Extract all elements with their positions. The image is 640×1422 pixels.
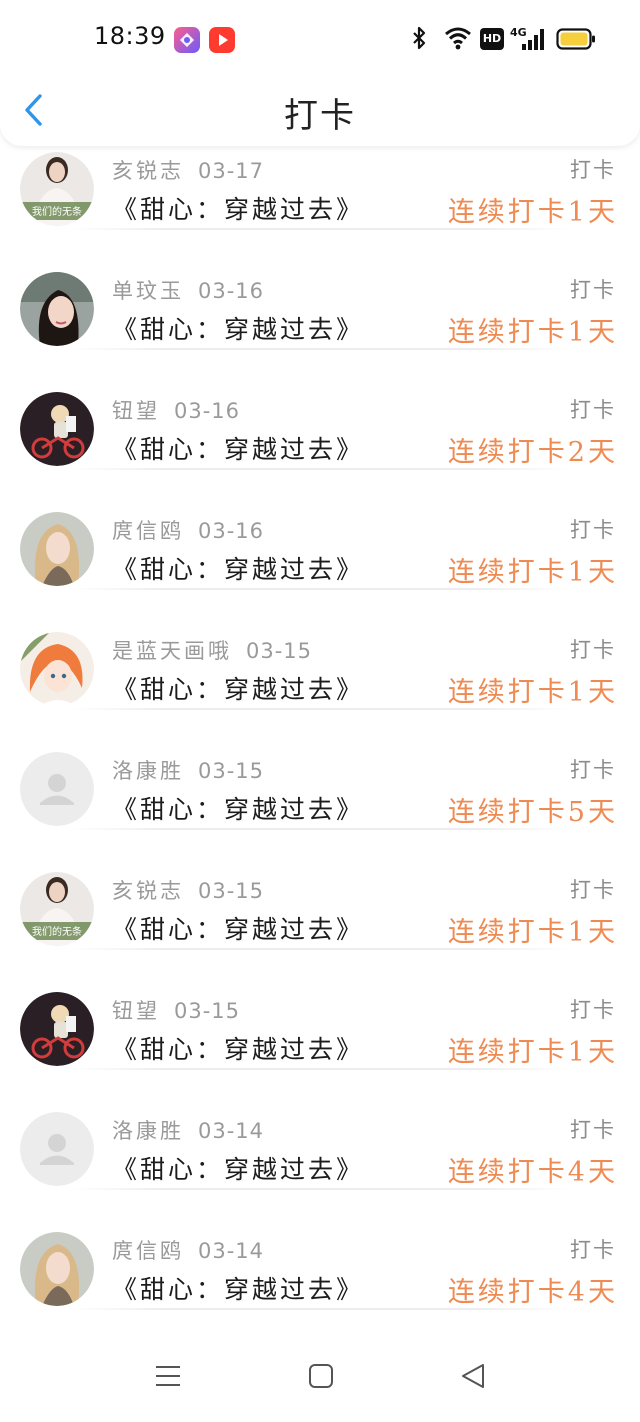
avatar[interactable] <box>20 272 94 346</box>
app-badge-icon <box>174 27 200 53</box>
video-app-icon <box>209 27 235 53</box>
checkin-type: 打卡 <box>570 1238 616 1262</box>
checkin-row[interactable]: 洛康胜 03-15 《甜心：穿越过去》 打卡连续打卡5天 <box>0 710 640 830</box>
checkin-date: 03-15 <box>246 639 313 663</box>
avatar[interactable]: 我们的无条 <box>20 872 94 946</box>
checkin-meta: 是蓝天画哦 03-15 <box>112 635 312 665</box>
checkin-type: 打卡 <box>570 158 616 182</box>
checkin-date: 03-17 <box>198 159 265 183</box>
avatar[interactable] <box>20 1232 94 1306</box>
back-triangle-icon[interactable] <box>459 1362 487 1390</box>
checkin-row[interactable]: 庹信鸥 03-14 《甜心：穿越过去》 打卡连续打卡4天 <box>0 1190 640 1310</box>
avatar[interactable] <box>20 512 94 586</box>
checkin-type: 打卡 <box>570 758 616 782</box>
checkin-row[interactable]: 我们的无条 亥锐志 03-15 《甜心：穿越过去》 打卡连续打卡1天 <box>0 830 640 950</box>
user-name[interactable]: 庹信鸥 <box>112 519 184 543</box>
checkin-row[interactable]: 洛康胜 03-14 《甜心：穿越过去》 打卡连续打卡4天 <box>0 1070 640 1190</box>
menu-icon[interactable] <box>154 1362 182 1390</box>
battery-icon <box>556 28 595 50</box>
checkin-date: 03-15 <box>198 759 265 783</box>
book-title[interactable]: 《甜心：穿越过去》 <box>112 1030 364 1066</box>
avatar[interactable] <box>20 392 94 466</box>
streak-label: 连续打卡2天 <box>447 437 618 468</box>
system-nav-bar <box>0 1340 640 1422</box>
book-title[interactable]: 《甜心：穿越过去》 <box>112 1270 364 1306</box>
checkin-meta: 亥锐志 03-15 <box>112 875 264 905</box>
checkin-type: 打卡 <box>570 638 616 662</box>
user-name[interactable]: 洛康胜 <box>112 759 184 783</box>
book-title[interactable]: 《甜心：穿越过去》 <box>112 430 364 466</box>
user-name[interactable]: 钮望 <box>112 999 160 1023</box>
user-name[interactable]: 洛康胜 <box>112 1119 184 1143</box>
checkin-date: 03-16 <box>198 519 265 543</box>
avatar[interactable] <box>20 992 94 1066</box>
checkin-date: 03-15 <box>174 999 241 1023</box>
book-title[interactable]: 《甜心：穿越过去》 <box>112 190 364 226</box>
streak-label: 连续打卡1天 <box>447 917 618 948</box>
checkin-type: 打卡 <box>570 278 616 302</box>
signal-4g-icon: 4G <box>510 26 544 50</box>
user-name[interactable]: 钮望 <box>112 399 160 423</box>
streak-label: 连续打卡4天 <box>447 1157 618 1188</box>
checkin-meta: 庹信鸥 03-16 <box>112 515 264 545</box>
status-time: 18:39 <box>94 22 166 50</box>
checkin-date: 03-14 <box>198 1119 265 1143</box>
avatar-banner-text: 我们的无条 <box>32 205 82 218</box>
checkin-row[interactable]: 是蓝天画哦 03-15 《甜心：穿越过去》 打卡连续打卡1天 <box>0 590 640 710</box>
row-divider <box>70 1308 570 1310</box>
streak-label: 连续打卡1天 <box>447 317 618 348</box>
streak-label: 连续打卡1天 <box>447 677 618 708</box>
user-name[interactable]: 是蓝天画哦 <box>112 639 232 663</box>
page-title: 打卡 <box>284 96 356 136</box>
top-header: 18:39 HD 4G 打卡 <box>0 0 640 146</box>
wifi-icon <box>445 27 471 50</box>
book-title[interactable]: 《甜心：穿越过去》 <box>112 310 364 346</box>
checkin-row[interactable]: 庹信鸥 03-16 《甜心：穿越过去》 打卡连续打卡1天 <box>0 470 640 590</box>
avatar[interactable] <box>20 752 94 826</box>
checkin-meta: 亥锐志 03-17 <box>112 155 264 185</box>
checkin-meta: 单玟玉 03-16 <box>112 275 264 305</box>
checkin-row[interactable]: 钮望 03-15 《甜心：穿越过去》 打卡连续打卡1天 <box>0 950 640 1070</box>
checkin-date: 03-15 <box>198 879 265 903</box>
checkin-meta: 庹信鸥 03-14 <box>112 1235 264 1265</box>
user-name[interactable]: 亥锐志 <box>112 879 184 903</box>
book-title[interactable]: 《甜心：穿越过去》 <box>112 790 364 826</box>
checkin-type: 打卡 <box>570 518 616 542</box>
checkin-date: 03-16 <box>174 399 241 423</box>
checkin-meta: 钮望 03-15 <box>112 995 240 1025</box>
checkin-meta: 洛康胜 03-15 <box>112 755 264 785</box>
streak-label: 连续打卡4天 <box>447 1277 618 1308</box>
checkin-row[interactable]: 钮望 03-16 《甜心：穿越过去》 打卡连续打卡2天 <box>0 350 640 470</box>
hd-icon: HD <box>480 28 504 50</box>
network-label: 4G <box>510 26 527 39</box>
book-title[interactable]: 《甜心：穿越过去》 <box>112 670 364 706</box>
streak-label: 连续打卡1天 <box>447 197 618 228</box>
checkin-meta: 钮望 03-16 <box>112 395 240 425</box>
user-name[interactable]: 庹信鸥 <box>112 1239 184 1263</box>
checkin-meta: 洛康胜 03-14 <box>112 1115 264 1145</box>
streak-label: 连续打卡1天 <box>447 557 618 588</box>
user-name[interactable]: 单玟玉 <box>112 279 184 303</box>
avatar-banner-text: 我们的无条 <box>32 925 82 938</box>
avatar[interactable]: 我们的无条 <box>20 152 94 226</box>
checkin-type: 打卡 <box>570 878 616 902</box>
book-title[interactable]: 《甜心：穿越过去》 <box>112 910 364 946</box>
avatar[interactable] <box>20 1112 94 1186</box>
checkin-list: 我们的无条 亥锐志 03-17 《甜心：穿越过去》 打卡 连续打卡1天 单玟玉 03-16 《甜… <box>0 110 640 1310</box>
checkin-type: 打卡 <box>570 398 616 422</box>
checkin-row[interactable]: 单玟玉 03-16 《甜心：穿越过去》 打卡连续打卡1天 <box>0 230 640 350</box>
book-title[interactable]: 《甜心：穿越过去》 <box>112 550 364 586</box>
streak-label: 连续打卡1天 <box>447 1037 618 1068</box>
streak-label: 连续打卡5天 <box>447 797 618 828</box>
bluetooth-icon <box>413 26 426 50</box>
checkin-type: 打卡 <box>570 998 616 1022</box>
checkin-type: 打卡 <box>570 1118 616 1142</box>
home-square-icon[interactable] <box>307 1362 335 1390</box>
user-name[interactable]: 亥锐志 <box>112 159 184 183</box>
checkin-date: 03-14 <box>198 1239 265 1263</box>
checkin-date: 03-16 <box>198 279 265 303</box>
book-title[interactable]: 《甜心：穿越过去》 <box>112 1150 364 1186</box>
avatar[interactable] <box>20 632 94 706</box>
